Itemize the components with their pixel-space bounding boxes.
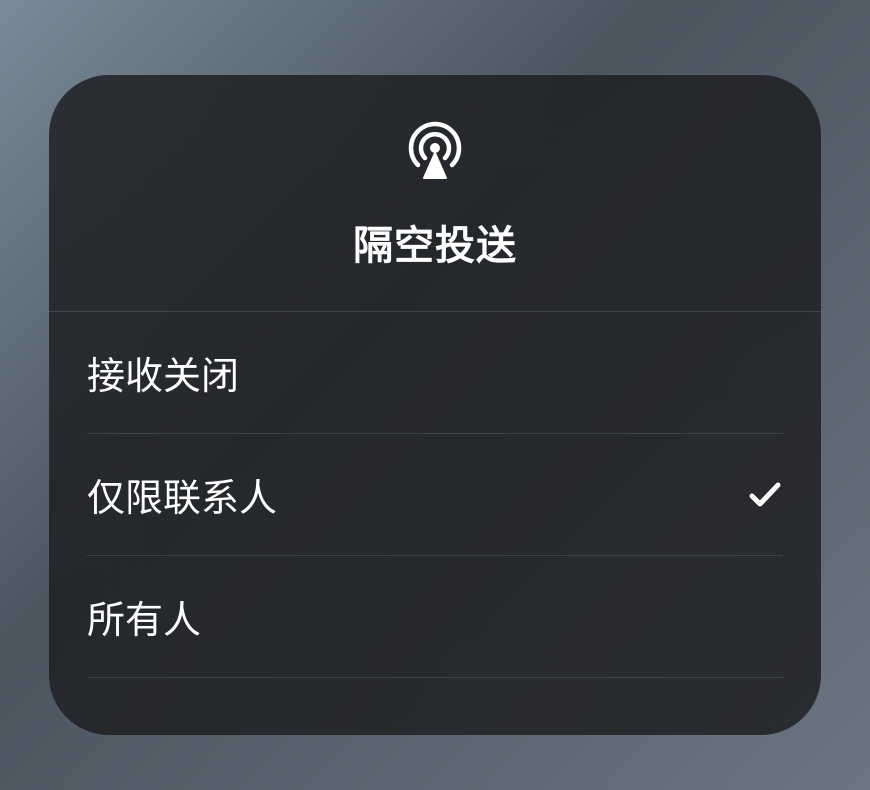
option-contacts-only[interactable]: 仅限联系人 (87, 434, 783, 556)
option-label: 接收关闭 (87, 345, 239, 400)
options-list: 接收关闭 仅限联系人 所有人 (49, 312, 821, 678)
option-label: 仅限联系人 (87, 467, 277, 522)
panel-header: 隔空投送 (49, 75, 821, 312)
checkmark-icon (747, 477, 783, 513)
option-everyone[interactable]: 所有人 (87, 556, 783, 678)
airdrop-panel: 隔空投送 接收关闭 仅限联系人 所有人 (49, 75, 821, 735)
option-label: 所有人 (87, 589, 201, 644)
option-receiving-off[interactable]: 接收关闭 (87, 312, 783, 434)
airdrop-icon (400, 115, 470, 185)
panel-title: 隔空投送 (353, 213, 517, 271)
